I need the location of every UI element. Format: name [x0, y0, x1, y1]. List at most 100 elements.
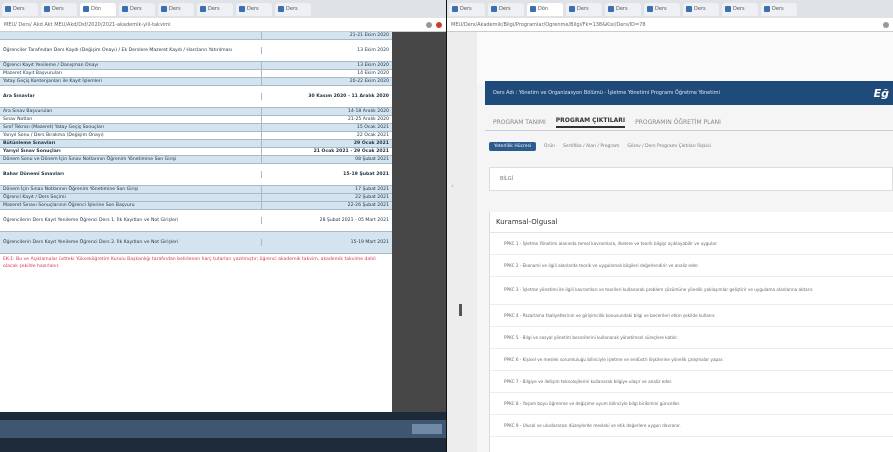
calendar-row: Sınav Notları 21-25 Aralık 2020: [0, 116, 392, 124]
calendar-event: Öğrencilerin Ders Kayıt Yenileme Öğrenci…: [0, 239, 262, 246]
browser-tab[interactable]: Ders: [644, 2, 680, 16]
browser-tab[interactable]: Ders: [761, 2, 797, 16]
calendar-event: Öğrenci Kayıt Yenileme / Danışman Onayı: [0, 62, 262, 69]
calendar-row: Öğrenci Kayıt Yenileme / Danışman Onayı 1…: [0, 62, 392, 70]
tab-label: Ders: [169, 6, 181, 12]
favicon-icon: [647, 6, 653, 12]
calendar-row: Yarıyıl Sınav Sonuçları 21 Ocak 2021 - 29…: [0, 148, 392, 156]
browser-tab[interactable]: Ders: [41, 2, 77, 16]
browser-tab[interactable]: Ders: [605, 2, 641, 16]
browser-tab[interactable]: Ders: [158, 2, 194, 16]
side-rail: ‹: [447, 32, 477, 452]
calendar-date: 21-25 Aralık 2020: [347, 117, 389, 122]
section-title[interactable]: Kuramsal-Olgusal: [490, 212, 893, 233]
calendar-event: [0, 32, 262, 39]
browser-tab[interactable]: Ders: [683, 2, 719, 16]
calendar-date: 15 Ocak 2021: [356, 125, 389, 130]
favicon-icon: [122, 6, 128, 12]
address-bar[interactable]: MEU/ Ders/ Akd Akt MEU/Akd/Dsf/2020/2021…: [0, 18, 446, 32]
program-outcome-row[interactable]: PPKC 5 - Bilgi ve sosyal yönetim beceril…: [490, 327, 893, 349]
tab-label: Ders: [655, 6, 667, 12]
browser-tab[interactable]: Ders: [2, 2, 38, 16]
pill-urun[interactable]: Ürün: [544, 144, 555, 149]
calendar-date: 08 Şubat 2021: [355, 157, 389, 162]
tab-ogretim-plani[interactable]: PROGRAMIN ÖĞRETİM PLANI: [635, 119, 721, 126]
pill-yeterlilik[interactable]: Yeterlilik Hücresi: [489, 141, 537, 151]
star-icon[interactable]: [426, 21, 432, 28]
browser-tab[interactable]: Dön: [527, 2, 563, 16]
calendar-date: 13 Ekim 2020: [357, 63, 389, 68]
scroll-marker[interactable]: [459, 304, 462, 316]
favicon-icon: [452, 6, 458, 12]
browser-tab[interactable]: Dön: [80, 2, 116, 16]
calendar-row: Dönem Sonu ve Dönem İçin Sınav Notlarını…: [0, 156, 392, 164]
pill-iliski[interactable]: Görev / Ders Programı Çıktıları İlişkisi: [627, 144, 711, 149]
tab-label: Ders: [247, 6, 259, 12]
favicon-icon: [239, 6, 245, 12]
calendar-event: Ara Sınav Başvuruları: [0, 108, 262, 115]
tab-label: Ders: [460, 6, 472, 12]
program-outcome-row[interactable]: PPKC 7 - Bilgiye ve iletişim teknolojile…: [490, 371, 893, 393]
browser-tab[interactable]: Ders: [236, 2, 272, 16]
calendar-event: Bütünleme Sınavları: [0, 140, 262, 147]
url-text[interactable]: MEU/Ders/Akademik/Bilgi/Programlar/Ogren…: [451, 22, 879, 28]
browser-tab[interactable]: Ders: [722, 2, 758, 16]
calendar-event: Öğrenciler Tarafından Ders Kaydı (Değişi…: [0, 47, 262, 54]
browser-tab[interactable]: Ders: [275, 2, 311, 16]
calendar-date: 17 Şubat 2021: [355, 187, 389, 192]
calendar-date: 15-19 Şubat 2021: [343, 172, 389, 177]
favicon-icon: [569, 6, 575, 12]
favicon-icon: [5, 6, 11, 12]
calendar-row: Mazeret Kayıt Başvuruları 14 Ekim 2020: [0, 70, 392, 78]
tab-label: Ders: [208, 6, 220, 12]
program-outcome-row[interactable]: PPKC 2 - Ekonomi ve ilgili alanlarda teo…: [490, 255, 893, 277]
extension-icon[interactable]: [436, 21, 442, 28]
calendar-event: Bahar Dönemi Sınavları: [0, 171, 262, 178]
tab-label: Ders: [499, 6, 511, 12]
calendar-row: Mazeret Sınavı Sonuçlarının Öğrenci İşle…: [0, 202, 392, 210]
calendar-row: Öğrencilerin Ders Kayıt Yenileme Öğrenci…: [0, 232, 392, 254]
browser-tab[interactable]: Ders: [488, 2, 524, 16]
url-text[interactable]: MEU/ Ders/ Akd Akt MEU/Akd/Dsf/2020/2021…: [4, 22, 422, 28]
tab-label: Ders: [733, 6, 745, 12]
browser-tab[interactable]: Ders: [566, 2, 602, 16]
tab-label: Ders: [286, 6, 298, 12]
viewer-gutter: [392, 32, 446, 412]
program-tabs: PROGRAM TANIMI PROGRAM ÇIKTILARI PROGRAM…: [485, 115, 893, 131]
calendar-event: Yarıyıl Sınav Sonuçları: [0, 148, 262, 155]
browser-tab[interactable]: Ders: [119, 2, 155, 16]
browser-tab[interactable]: Ders: [449, 2, 485, 16]
calendar-event: Öğrenci Kayıt / Ders Seçimi: [0, 194, 262, 201]
calendar-row: Dönem İçin Sınav Notlarının Öğrenim Yöne…: [0, 186, 392, 194]
left-screen-capture: Ders Ders Dön Ders Ders Ders Ders Ders MEU/ Der…: [0, 0, 446, 452]
star-icon[interactable]: [883, 21, 889, 28]
calendar-row: Ara Sınav Başvuruları 14-18 Aralık 2020: [0, 108, 392, 116]
calendar-event: Yarıyıl Sonu / Ders Bırakma (Değişim Ona…: [0, 132, 262, 139]
program-outcome-row[interactable]: PPKC 1 - İşletme Yönetimi alanında temel…: [490, 233, 893, 255]
favicon-icon: [491, 6, 497, 12]
program-outcome-row[interactable]: PPKC 9 - Ulusal ve uluslararası düzeyler…: [490, 415, 893, 437]
pill-sertifika[interactable]: Sertifika / Alan / Program: [563, 144, 619, 149]
browser-tab[interactable]: Ders: [197, 2, 233, 16]
calendar-row: Ara Sınavlar 30 Kasım 2020 - 11 Aralık 20…: [0, 86, 392, 108]
program-outcome-row[interactable]: PPKC 6 - Kişisel ve meslek sorumluluğu b…: [490, 349, 893, 371]
program-outcome-row[interactable]: PPKC 4 - Pazarlama faaliyetlerinin ve gi…: [490, 305, 893, 327]
favicon-icon: [44, 6, 50, 12]
arrow-left-icon[interactable]: ‹: [451, 182, 454, 190]
calendar-event: Mazeret Sınavı Sonuçlarının Öğrenci İşle…: [0, 202, 262, 209]
program-outcome-row[interactable]: PPKC 3 - İşletme yönetimi ile ilgili kav…: [490, 277, 893, 305]
info-panel: BİLGİ: [489, 167, 893, 191]
calendar-event: Dönem Sonu ve Dönem İçin Sınav Notlarını…: [0, 156, 262, 163]
tab-program-ciktilari[interactable]: PROGRAM ÇIKTILARI: [555, 117, 626, 128]
calendar-row: Bütünleme Sınavları 29 Ocak 2021: [0, 140, 392, 148]
tab-program-tanimi[interactable]: PROGRAM TANIMI: [493, 119, 546, 126]
favicon-icon: [278, 6, 284, 12]
tab-label: Ders: [52, 6, 64, 12]
calendar-event: Mazeret Kayıt Başvuruları: [0, 70, 262, 77]
program-outcome-row[interactable]: PPKC 8 - Yaşam boyu öğrenme ve değişime …: [490, 393, 893, 415]
program-banner: Ders Adı : Yönetim ve Organizasyon Bölüm…: [485, 81, 893, 105]
calendar-row: Öğrencilerin Ders Kayıt Yenileme Öğrenci…: [0, 210, 392, 232]
address-bar[interactable]: MEU/Ders/Akademik/Bilgi/Programlar/Ogren…: [447, 18, 893, 32]
calendar-row: Yatay Geçiş Kontenjanları ile Kayıt İşle…: [0, 78, 392, 86]
system-tray[interactable]: [412, 424, 442, 434]
